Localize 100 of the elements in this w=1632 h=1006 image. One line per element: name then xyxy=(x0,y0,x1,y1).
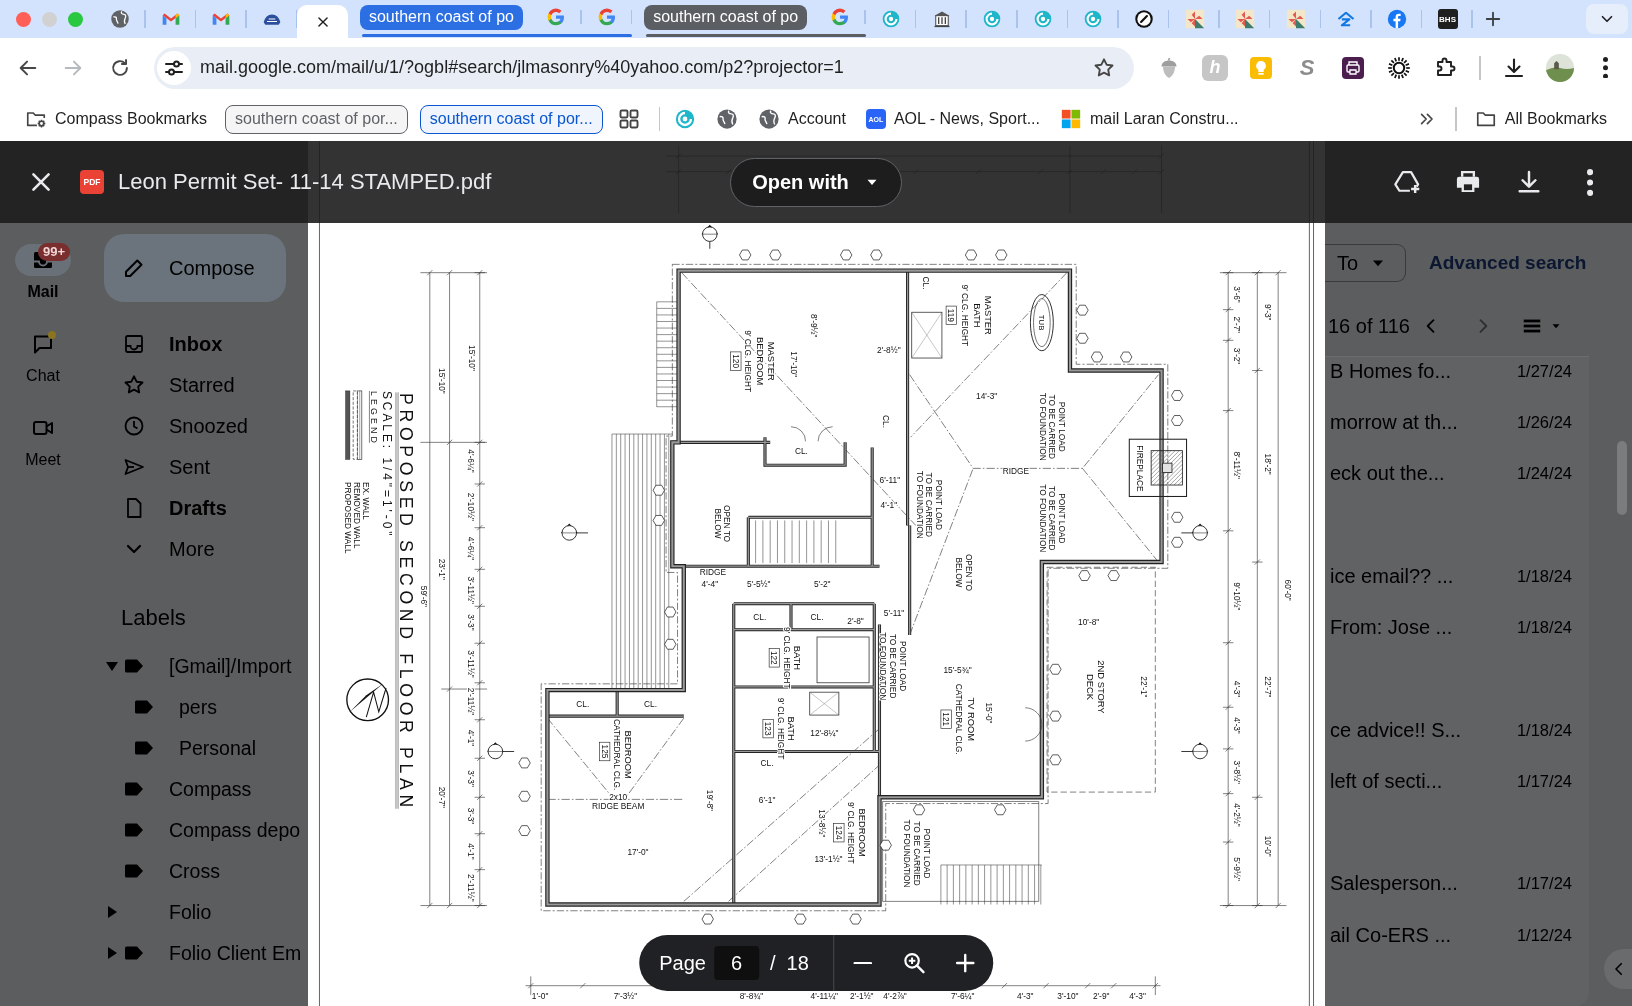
swirl-icon xyxy=(1083,9,1104,29)
hexagon-tag-icon xyxy=(1049,754,1062,766)
dimension-label: 18'-2" xyxy=(1262,453,1273,475)
folder-item[interactable]: Sent xyxy=(86,446,308,488)
dimension-label: 3'-11½" xyxy=(466,650,477,678)
dimension-label: 20'-7" xyxy=(437,786,448,808)
hexagon-tag-icon xyxy=(994,804,1007,816)
hexagon-tag-icon xyxy=(1171,536,1184,548)
inbox-icon xyxy=(122,332,146,356)
hexagon-tag-icon xyxy=(965,249,978,261)
label-item[interactable]: Compass depo xyxy=(86,809,308,851)
label-item[interactable]: Compass xyxy=(86,768,308,810)
folder-item[interactable]: Starred xyxy=(86,364,308,406)
hexagon-tag-icon xyxy=(1171,390,1184,401)
dimension-label: 19'-8" xyxy=(704,789,715,811)
room-number-tag: 124 xyxy=(833,823,845,843)
label-item[interactable]: Folio xyxy=(86,891,308,933)
pinwheel-icon xyxy=(1184,9,1205,29)
roof-icon xyxy=(1336,9,1357,29)
dimension-label: 4'-1" xyxy=(880,499,898,510)
page-number-input[interactable]: 6 xyxy=(713,946,759,980)
dimension-label: 4'-2⅞" xyxy=(883,991,907,1002)
label-item[interactable]: [Gmail]/Import xyxy=(86,645,308,687)
page-count: 18 xyxy=(786,951,809,975)
hexagon-tag-icon xyxy=(1090,351,1104,363)
email-date: 1/17/24 xyxy=(1516,770,1572,792)
tab-group-chip[interactable]: southern coast of po xyxy=(359,4,523,30)
active-tab[interactable] xyxy=(297,5,348,38)
plan-note: CL. xyxy=(880,415,891,428)
hexagon-tag-icon xyxy=(1076,304,1089,316)
dimension-label: 3'-10" xyxy=(1057,991,1079,1002)
pinwheel-icon xyxy=(1285,9,1306,29)
address-bar[interactable]: mail.google.com/mail/u/1/?ogbl#search/jlmasonry%40yahoo.com/p2?projector=1 xyxy=(154,46,1134,89)
section-marker-icon xyxy=(1180,742,1209,760)
legend-label: PROPOSED WALL xyxy=(342,481,353,554)
advanced-search-link[interactable]: Advanced search xyxy=(1429,252,1587,274)
label-item[interactable]: Folio Client Em xyxy=(86,932,308,974)
tab[interactable]: BHS xyxy=(1422,0,1473,38)
rail-item[interactable]: Meet xyxy=(15,412,71,496)
more-vertical-icon xyxy=(1586,168,1594,196)
more-vertical-icon xyxy=(1603,56,1608,79)
notification-badge: 99+ xyxy=(38,243,71,261)
folder-item[interactable]: Drafts xyxy=(86,487,308,529)
extension-button[interactable]: h xyxy=(1202,54,1228,81)
dimension-label: 60'-0" xyxy=(1282,579,1293,601)
rail-item[interactable]: 99+ Mail xyxy=(15,244,71,328)
room-number-tag: 119 xyxy=(945,305,957,325)
extension-button[interactable]: S xyxy=(1287,47,1327,88)
dimension-label: 2'-8½" xyxy=(877,344,901,355)
hexagon-tag-icon xyxy=(870,249,883,261)
folder-item[interactable]: More xyxy=(86,528,308,570)
dimension-label: 5'-5½" xyxy=(747,578,771,589)
g-logo-icon xyxy=(546,7,567,27)
saved-tab-group[interactable]: southern coast of por... xyxy=(419,104,603,134)
dimension-label: 15'-10" xyxy=(437,368,448,394)
label-item[interactable]: Personal xyxy=(86,727,308,769)
saved-tab-group[interactable]: southern coast of por... xyxy=(225,104,408,134)
all-bookmarks-button[interactable]: All Bookmarks xyxy=(1468,103,1613,135)
label-item[interactable]: Cross xyxy=(86,850,308,892)
tab-group-chip[interactable]: southern coast of po xyxy=(644,4,808,30)
window-zoom-button[interactable] xyxy=(68,11,83,27)
hexagon-tag-icon xyxy=(879,839,892,851)
g-logo-icon xyxy=(596,7,617,27)
email-snippet: Salesperson... xyxy=(1330,872,1458,895)
folder-item[interactable]: Snoozed xyxy=(86,405,308,447)
section-marker-icon xyxy=(560,523,589,541)
email-date: 1/17/24 xyxy=(1516,873,1572,895)
dimension-label: 59'-6" xyxy=(418,585,429,607)
room-name: MASTER BATH xyxy=(971,295,993,335)
plan-note: CL. xyxy=(760,757,774,768)
email-date: 1/18/24 xyxy=(1516,565,1572,587)
dimension-label: 8'-8¾" xyxy=(739,991,764,1002)
section-marker-icon xyxy=(1180,523,1209,541)
room-note: CATHEDRAL CLG. xyxy=(953,683,964,755)
dimension-label: 5'-2" xyxy=(813,578,831,589)
hexagon-tag-icon xyxy=(652,484,665,496)
compose-button[interactable]: Compose xyxy=(104,234,286,302)
plan-note: RIDGE xyxy=(1002,466,1029,477)
label-item[interactable]: pers xyxy=(86,686,308,728)
plan-note: CL. xyxy=(921,276,932,290)
plan-note: RIDGE xyxy=(699,567,727,578)
dimension-label: 2'-11½" xyxy=(466,874,477,902)
bookmark-button[interactable]: Account xyxy=(752,103,852,135)
hexagon-tag-icon xyxy=(1078,570,1091,581)
plan-note: POINT LOAD TO BE CARRIED TO FOUNDATION xyxy=(1037,484,1067,553)
tab-search-button[interactable] xyxy=(1586,4,1628,34)
room-number-tag: 122 xyxy=(768,648,780,668)
rail-item[interactable]: Chat xyxy=(15,328,71,412)
bookmark-folder[interactable]: Compass Bookmarks xyxy=(19,103,214,135)
hexagon-tag-icon xyxy=(1076,332,1089,344)
folder-item[interactable]: Inbox xyxy=(86,323,308,365)
filter-chip[interactable]: To xyxy=(1325,244,1406,282)
g-logo-icon xyxy=(830,7,851,27)
bookmark-button[interactable]: mail Laran Constru... xyxy=(1054,103,1245,135)
window-close-button[interactable] xyxy=(16,11,31,27)
dimension-label: 4'-3" xyxy=(1231,717,1242,734)
open-with-button[interactable]: Open with xyxy=(730,157,902,207)
side-panel-toggle[interactable] xyxy=(1604,949,1632,989)
file-type-tile: PDF xyxy=(80,170,104,194)
hexagon-tag-icon xyxy=(1049,663,1062,675)
